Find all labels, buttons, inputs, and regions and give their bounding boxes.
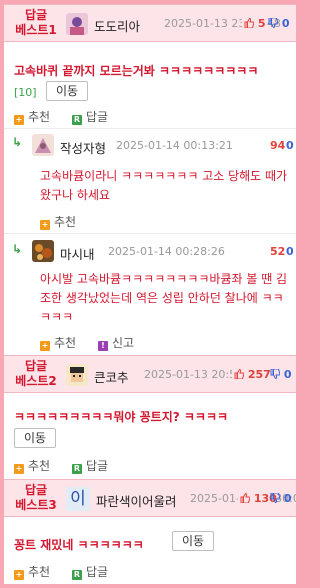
best2-comment-text: ㅋㅋㅋㅋㅋㅋㅋㅋㅋ뭐야 꽁트지? ㅋㅋㅋㅋ — [14, 410, 229, 424]
divider — [4, 128, 296, 129]
recommend-button[interactable]: + 추천 — [40, 334, 76, 351]
reply-button[interactable]: R 답글 — [72, 108, 108, 125]
avatar: 이 — [66, 487, 90, 511]
badge-line1: 답글 — [24, 8, 48, 22]
plus-icon: + — [40, 341, 50, 351]
thumbs-up-icon — [234, 369, 244, 379]
recommend-button[interactable]: + 추천 — [14, 457, 50, 474]
thumbs-up-icon — [240, 493, 250, 503]
recommend-label: 추천 — [54, 336, 77, 350]
comment-date: 2025-01-14 00:13:21 — [116, 139, 233, 152]
reply-label: 답글 — [86, 565, 109, 579]
best1-header: 답글 베스트1 도도리아 2025-01-13 23:51:48 5 0 — [4, 4, 296, 42]
reply-count: [10] — [14, 86, 37, 99]
plus-icon: + — [14, 464, 24, 474]
upvote-value: 257 — [247, 368, 271, 381]
report-button[interactable]: ! 신고 — [98, 334, 134, 351]
best3-comment-text: 꽁트 재밌네 ㅋㅋㅋㅋㅋㅋ — [14, 538, 144, 552]
downvote-count[interactable]: 0 — [270, 492, 292, 505]
recommend-button[interactable]: + 추천 — [14, 108, 50, 125]
upvote-count[interactable]: 5 — [242, 17, 266, 30]
best2-header: 답글 베스트2 큰코추 2025-01-13 20:59:40 257 0 — [4, 355, 296, 393]
reply-arrow-icon: ↳ — [12, 135, 23, 149]
thumbs-down-icon — [268, 18, 278, 28]
best3-header: 답글 베스트3 이 파란색이어울려 2025-01-13 21:30:00 13… — [4, 479, 296, 517]
downvote-count[interactable]: 0 — [270, 368, 292, 381]
badge-line2: 베스트1 — [15, 23, 57, 37]
reply-arrow-icon: ↳ — [12, 242, 23, 256]
nickname[interactable]: 도도리아 — [94, 16, 140, 35]
reply-button[interactable]: R 답글 — [72, 457, 108, 474]
avatar — [66, 13, 88, 35]
reply-label: 답글 — [86, 459, 109, 473]
report-icon: ! — [98, 341, 108, 351]
move-button[interactable]: 이동 — [172, 531, 215, 551]
badge-line1: 답글 — [24, 359, 48, 373]
nickname[interactable]: 파란색이어울려 — [96, 491, 177, 510]
plus-icon: + — [14, 570, 24, 580]
badge-line2: 베스트3 — [15, 498, 57, 512]
badge-line1: 답글 — [24, 483, 48, 497]
plus-icon: + — [40, 220, 50, 230]
move-button[interactable]: 이동 — [46, 81, 89, 101]
upvote-count[interactable]: 94 — [270, 139, 285, 152]
badge-line2: 베스트2 — [15, 374, 57, 388]
avatar — [66, 364, 88, 386]
reply-label: 답글 — [86, 110, 109, 124]
comment-date: 2025-01-14 00:28:26 — [108, 245, 225, 258]
comment-list: 답글 베스트1 도도리아 2025-01-13 23:51:48 5 0 고속바… — [4, 4, 296, 584]
reply-comment-text: 아시발 고속바큠ㅋㅋㅋㅋㅋㅋㅋㅋ바큠좌 볼 땐 김조한 생각났었는데 역은 성립… — [40, 272, 288, 324]
best-badge: 답글 베스트1 — [10, 8, 62, 38]
thumbs-down-icon — [270, 493, 280, 503]
downvote-value: 0 — [281, 17, 290, 30]
recommend-button[interactable]: + 추천 — [40, 213, 76, 230]
upvote-count[interactable]: 257 — [232, 368, 271, 381]
reply-icon: R — [72, 464, 82, 474]
recommend-label: 추천 — [28, 565, 51, 579]
downvote-value: 0 — [283, 492, 292, 505]
nickname[interactable]: 마시내 — [60, 244, 95, 263]
divider — [4, 233, 296, 234]
best1-comment-text: 고속바퀴 끝까지 모르는거봐 ㅋㅋㅋㅋㅋㅋㅋㅋㅋ — [14, 64, 259, 78]
move-button[interactable]: 이동 — [14, 428, 57, 448]
downvote-count[interactable]: 0 — [286, 245, 294, 258]
thumbs-down-icon — [270, 369, 280, 379]
downvote-count[interactable]: 0 — [268, 17, 290, 30]
downvote-value: 0 — [283, 368, 292, 381]
thumbs-up-icon — [244, 18, 254, 28]
reply-icon: R — [72, 115, 82, 125]
recommend-button[interactable]: + 추천 — [14, 563, 50, 580]
best-badge: 답글 베스트2 — [10, 359, 62, 389]
reply-button[interactable]: R 답글 — [72, 563, 108, 580]
avatar — [32, 134, 54, 156]
plus-icon: + — [14, 115, 24, 125]
upvote-count[interactable]: 52 — [270, 245, 285, 258]
avatar — [32, 240, 54, 262]
nickname[interactable]: 큰코추 — [94, 367, 129, 386]
best-badge: 답글 베스트3 — [10, 483, 62, 513]
reply-comment-text: 고속바큠이라니 ㅋㅋㅋㅋㅋㅋㅋ 고소 당해도 때가 왔구나 하세요 — [40, 169, 288, 202]
recommend-label: 추천 — [28, 459, 51, 473]
downvote-count[interactable]: 0 — [286, 139, 294, 152]
recommend-label: 추천 — [28, 110, 51, 124]
recommend-label: 추천 — [54, 215, 77, 229]
upvote-value: 5 — [257, 17, 266, 30]
report-label: 신고 — [112, 336, 135, 350]
reply-icon: R — [72, 570, 82, 580]
nickname[interactable]: 작성자형 — [60, 138, 106, 157]
